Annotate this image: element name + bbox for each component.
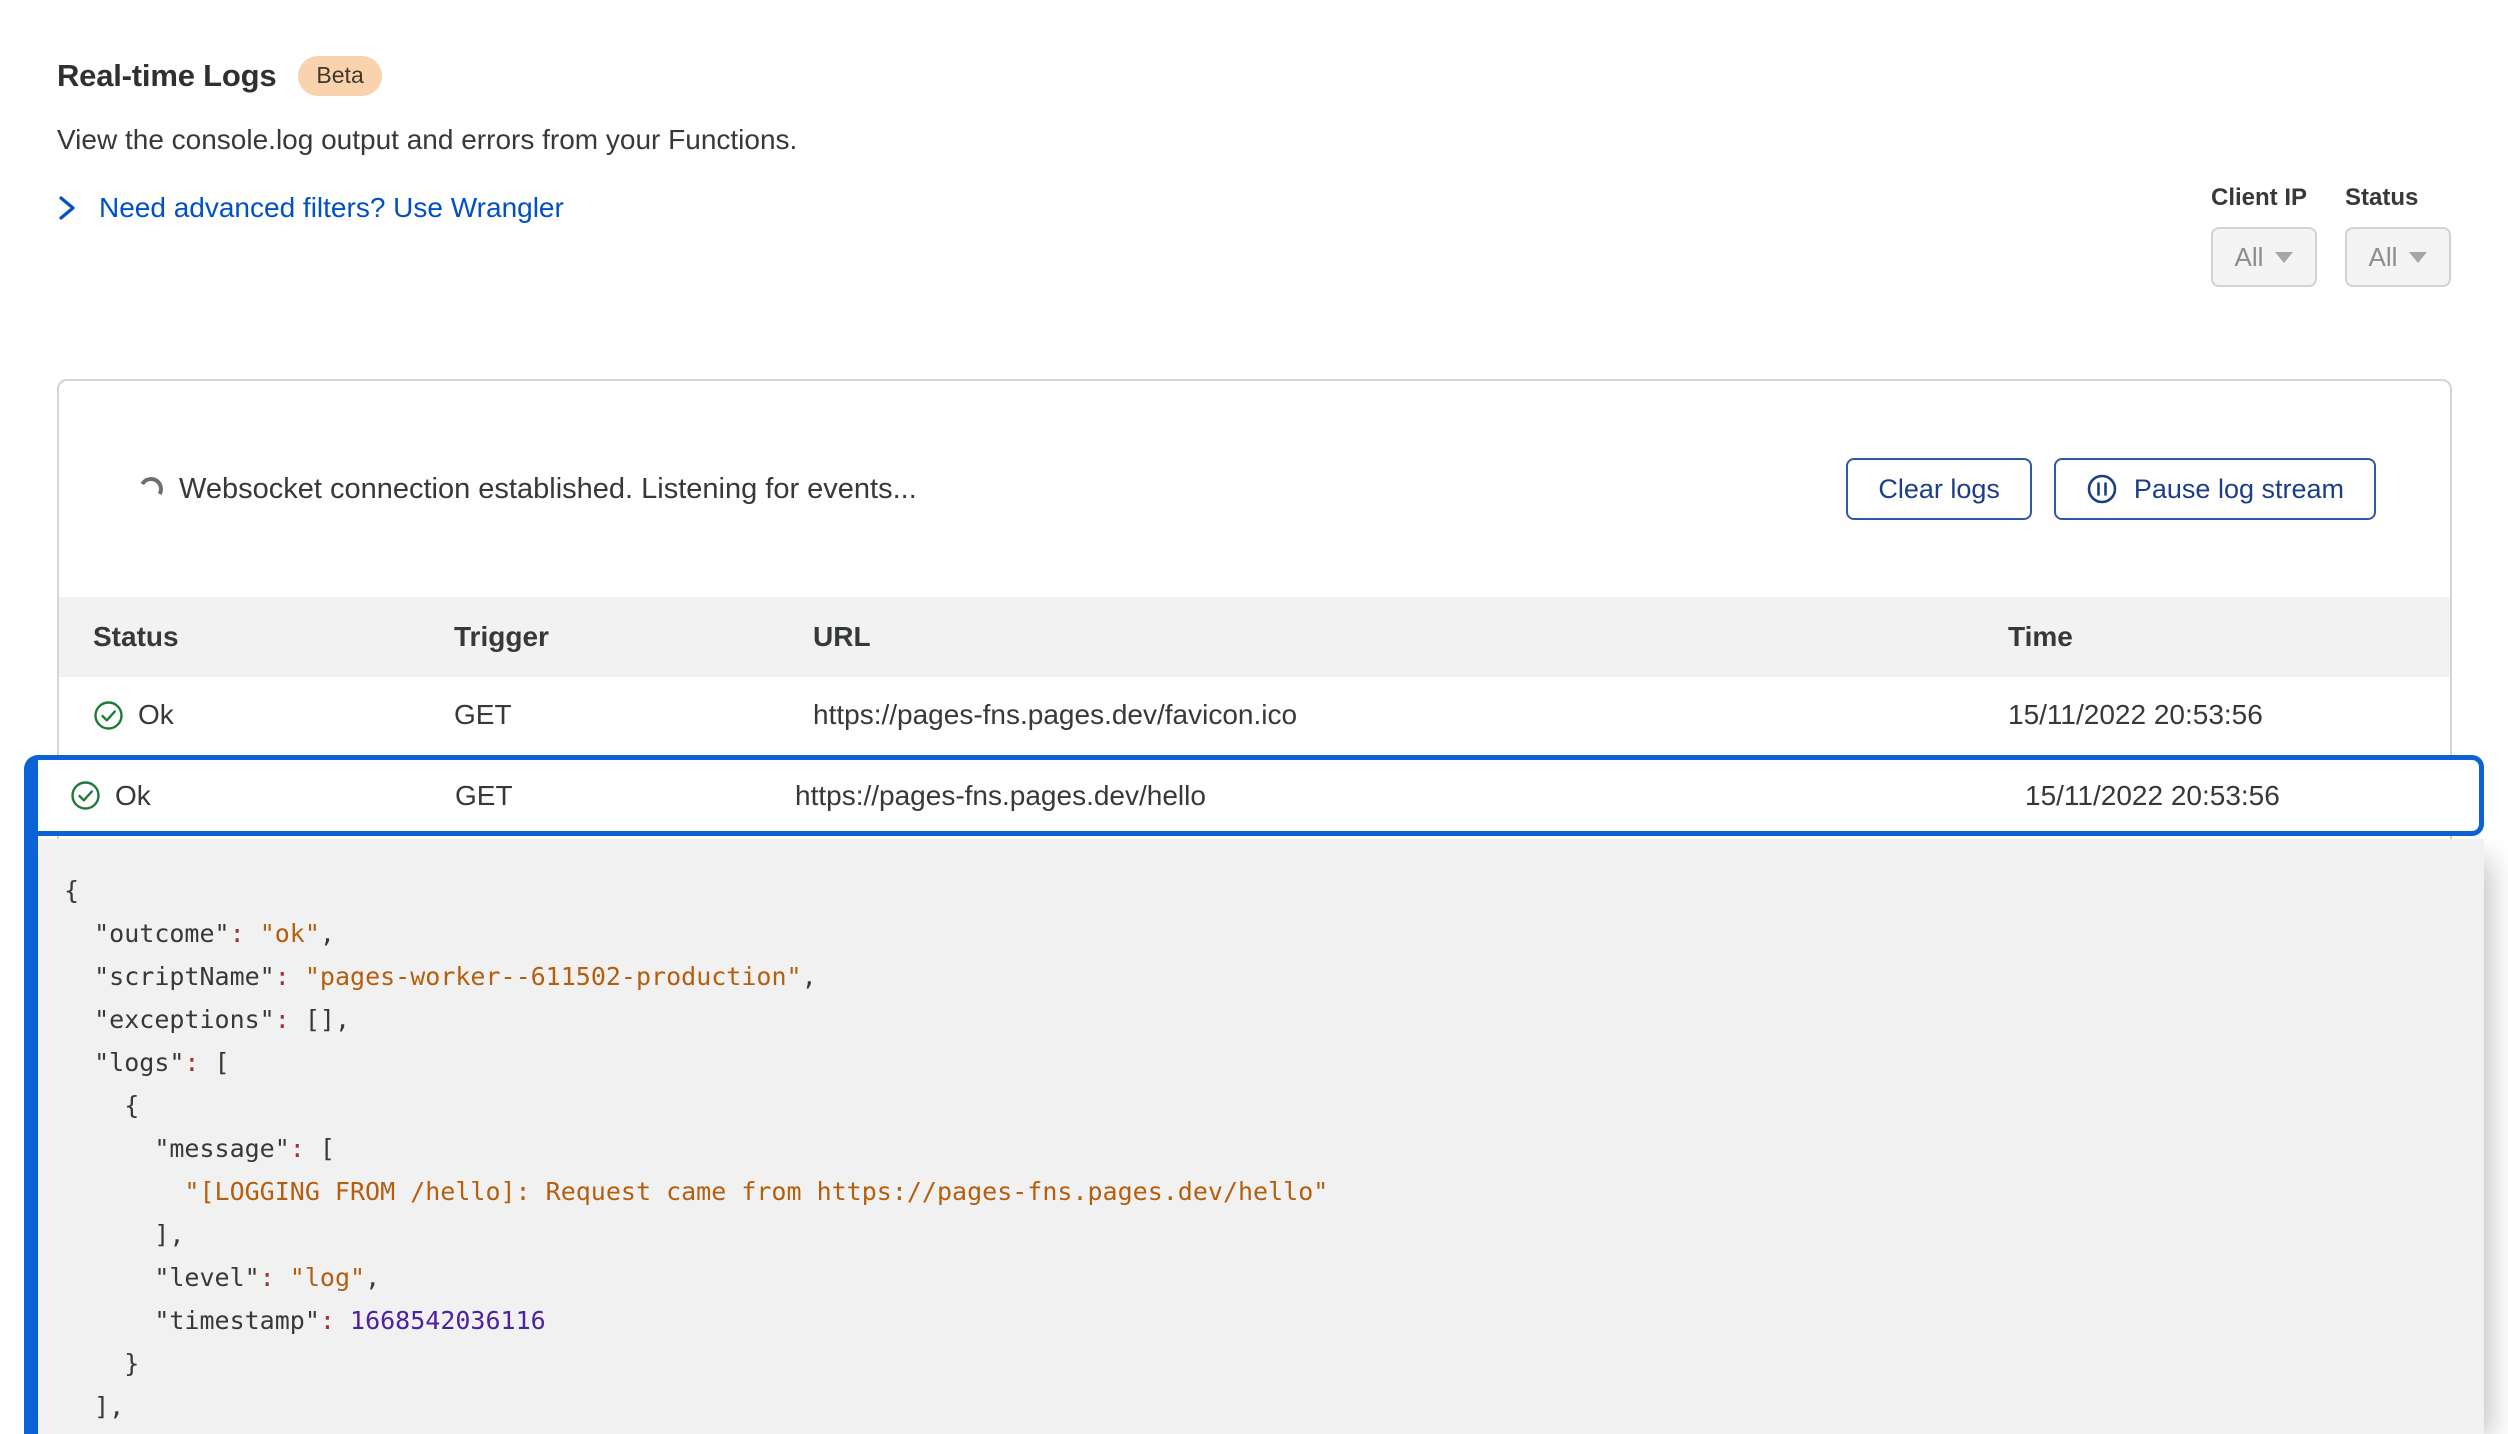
pause-icon: [2086, 473, 2118, 505]
status-cell: Ok: [38, 780, 455, 812]
clear-logs-label: Clear logs: [1878, 474, 2000, 505]
page-subtitle: View the console.log output and errors f…: [57, 124, 797, 156]
column-header-trigger: Trigger: [454, 621, 813, 653]
client-ip-filter-label: Client IP: [2211, 184, 2317, 212]
realtime-logs-page: Real-time Logs Beta View the console.log…: [0, 0, 2508, 1434]
client-ip-filter: Client IP All: [2211, 184, 2317, 287]
success-check-icon: [70, 780, 101, 811]
filters: Client IP All Status All: [2211, 56, 2451, 287]
log-row[interactable]: Ok GET https://pages-fns.pages.dev/favic…: [59, 677, 2450, 753]
beta-badge: Beta: [298, 56, 381, 96]
wrangler-link-label: Need advanced filters? Use Wrangler: [99, 192, 564, 224]
chevron-right-icon: [57, 193, 77, 223]
log-detail-json: { "outcome": "ok", "scriptName": "pages-…: [38, 839, 2484, 1434]
status-label: Ok: [138, 699, 174, 731]
status-dropdown[interactable]: All: [2345, 227, 2451, 287]
json-code: { "outcome": "ok", "scriptName": "pages-…: [64, 869, 2484, 1428]
title-row: Real-time Logs Beta: [57, 56, 797, 96]
logs-table-header: Status Trigger URL Time: [59, 597, 2450, 677]
status-dropdown-value: All: [2369, 242, 2398, 273]
log-row-selected[interactable]: Ok GET https://pages-fns.pages.dev/hello…: [38, 755, 2484, 836]
trigger-cell: GET: [455, 780, 795, 812]
client-ip-dropdown-value: All: [2235, 242, 2264, 273]
status-label: Ok: [115, 780, 151, 812]
caret-down-icon: [2409, 252, 2427, 263]
time-cell: 15/11/2022 20:53:56: [2008, 699, 2450, 731]
toolbar-actions: Clear logs Pause log stream: [1846, 458, 2376, 520]
caret-down-icon: [2275, 252, 2293, 263]
pause-log-stream-button[interactable]: Pause log stream: [2054, 458, 2376, 520]
client-ip-dropdown[interactable]: All: [2211, 227, 2317, 287]
websocket-status-text: Websocket connection established. Listen…: [179, 473, 917, 506]
header-left: Real-time Logs Beta View the console.log…: [57, 56, 797, 287]
column-header-time: Time: [2008, 621, 2450, 653]
success-check-icon: [93, 700, 124, 731]
column-header-url: URL: [813, 621, 2008, 653]
logs-toolbar: Websocket connection established. Listen…: [59, 381, 2450, 597]
websocket-status: Websocket connection established. Listen…: [139, 473, 917, 506]
spinner-icon: [136, 474, 165, 503]
column-header-status: Status: [59, 621, 454, 653]
selected-log-entry: Ok GET https://pages-fns.pages.dev/hello…: [24, 755, 2484, 1434]
time-cell: 15/11/2022 20:53:56: [2025, 780, 2479, 812]
wrangler-link[interactable]: Need advanced filters? Use Wrangler: [57, 192, 564, 224]
clear-logs-button[interactable]: Clear logs: [1846, 458, 2032, 520]
page-header: Real-time Logs Beta View the console.log…: [0, 0, 2508, 287]
status-filter-label: Status: [2345, 184, 2451, 212]
pause-log-stream-label: Pause log stream: [2134, 474, 2344, 505]
page-title: Real-time Logs: [57, 58, 276, 94]
status-cell: Ok: [59, 699, 454, 731]
url-cell: https://pages-fns.pages.dev/favicon.ico: [813, 699, 2008, 731]
trigger-cell: GET: [454, 699, 813, 731]
status-filter: Status All: [2345, 184, 2451, 287]
url-cell: https://pages-fns.pages.dev/hello: [795, 780, 2025, 812]
